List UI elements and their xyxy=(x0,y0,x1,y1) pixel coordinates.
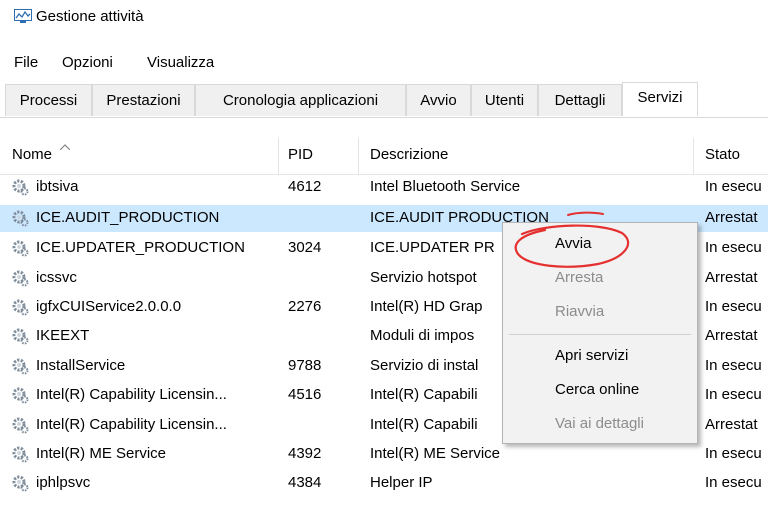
service-gear-icon xyxy=(12,328,29,345)
service-description: Helper IP xyxy=(370,474,433,491)
service-description: Intel Bluetooth Service xyxy=(370,178,521,195)
menu-file[interactable]: File xyxy=(14,54,38,71)
service-gear-icon xyxy=(12,270,29,287)
service-state: In esecu xyxy=(705,357,762,374)
service-gear-icon xyxy=(12,299,29,316)
column-divider[interactable] xyxy=(278,138,279,174)
service-gear-icon xyxy=(12,387,29,404)
service-gear-icon xyxy=(12,358,29,375)
column-divider[interactable] xyxy=(693,138,694,174)
column-header: Nome PID Descrizione Stato xyxy=(0,138,768,175)
service-gear-icon xyxy=(12,210,29,227)
service-name: ICE.UPDATER_PRODUCTION xyxy=(36,239,245,256)
service-state: In esecu xyxy=(705,445,762,462)
service-name: Intel(R) Capability Licensin... xyxy=(36,416,227,433)
service-state: Arrestat xyxy=(705,209,758,226)
service-name: ibtsiva xyxy=(36,178,79,195)
tab-servizi[interactable]: Servizi xyxy=(622,82,698,116)
service-description: Intel(R) ME Service xyxy=(370,445,501,462)
column-stato[interactable]: Stato xyxy=(705,146,740,163)
tab-cronologia-applicazioni[interactable]: Cronologia applicazioni xyxy=(195,84,406,116)
service-pid: 2276 xyxy=(288,298,322,315)
service-state: Arrestat xyxy=(705,416,758,433)
sort-ascending-icon xyxy=(60,144,70,150)
menu-item-apri-servizi[interactable]: Apri servizi xyxy=(555,347,628,364)
tab-dettagli[interactable]: Dettagli xyxy=(538,84,622,116)
menu-item-vai-ai-dettagli[interactable]: Vai ai dettagli xyxy=(555,415,644,432)
service-state: In esecu xyxy=(705,239,762,256)
service-gear-icon xyxy=(12,446,29,463)
service-name: Intel(R) Capability Licensin... xyxy=(36,386,227,403)
service-name: InstallService xyxy=(36,357,126,374)
window-title: Gestione attività xyxy=(36,8,144,25)
service-state: In esecu xyxy=(705,178,762,195)
menu-opzioni[interactable]: Opzioni xyxy=(62,54,113,71)
service-name: iphlpsvc xyxy=(36,474,91,491)
service-name: Intel(R) ME Service xyxy=(36,445,167,462)
table-row[interactable]: ibtsiva 4612 Intel Bluetooth Service In … xyxy=(0,174,768,201)
service-pid: 4612 xyxy=(288,178,322,195)
menu-item-arresta[interactable]: Arresta xyxy=(555,269,603,286)
service-gear-icon xyxy=(12,240,29,257)
tab-prestazioni[interactable]: Prestazioni xyxy=(92,84,195,116)
service-gear-icon xyxy=(12,475,29,492)
service-name: igfxCUIService2.0.0.0 xyxy=(36,298,182,315)
service-gear-icon xyxy=(12,179,29,196)
menu-item-riavvia[interactable]: Riavvia xyxy=(555,303,604,320)
tab-avvio[interactable]: Avvio xyxy=(406,84,471,116)
service-pid: 4516 xyxy=(288,386,322,403)
service-state: In esecu xyxy=(705,474,762,491)
column-divider[interactable] xyxy=(358,138,359,174)
task-manager-icon xyxy=(14,9,32,23)
service-name: icssvc xyxy=(36,269,77,286)
context-menu: Avvia Arresta Riavvia Apri servizi Cerca… xyxy=(502,222,698,444)
column-descrizione[interactable]: Descrizione xyxy=(370,146,448,163)
tab-processi[interactable]: Processi xyxy=(5,84,92,116)
table-row[interactable]: Intel(R) ME Service 4392 Intel(R) ME Ser… xyxy=(0,441,768,468)
service-state: In esecu xyxy=(705,298,762,315)
service-state: In esecu xyxy=(705,386,762,403)
service-gear-icon xyxy=(12,417,29,434)
menu-visualizza[interactable]: Visualizza xyxy=(147,54,214,71)
menu-separator xyxy=(509,334,691,335)
tab-strip: Processi Prestazioni Cronologia applicaz… xyxy=(0,82,768,118)
service-pid: 3024 xyxy=(288,239,322,256)
service-name: ICE.AUDIT_PRODUCTION xyxy=(36,209,220,226)
service-pid: 4384 xyxy=(288,474,322,491)
table-row[interactable]: iphlpsvc 4384 Helper IP In esecu xyxy=(0,470,768,497)
service-name: IKEEXT xyxy=(36,327,90,344)
service-state: Arrestat xyxy=(705,269,758,286)
column-nome[interactable]: Nome xyxy=(12,144,70,163)
service-pid: 9788 xyxy=(288,357,322,374)
menu-item-avvia[interactable]: Avvia xyxy=(555,235,591,252)
tab-utenti[interactable]: Utenti xyxy=(471,84,538,116)
menu-item-cerca-online[interactable]: Cerca online xyxy=(555,381,639,398)
title-bar: Gestione attività xyxy=(0,0,768,40)
service-state: Arrestat xyxy=(705,327,758,344)
service-pid: 4392 xyxy=(288,445,322,462)
column-nome-label: Nome xyxy=(12,146,53,163)
column-pid[interactable]: PID xyxy=(288,146,313,163)
